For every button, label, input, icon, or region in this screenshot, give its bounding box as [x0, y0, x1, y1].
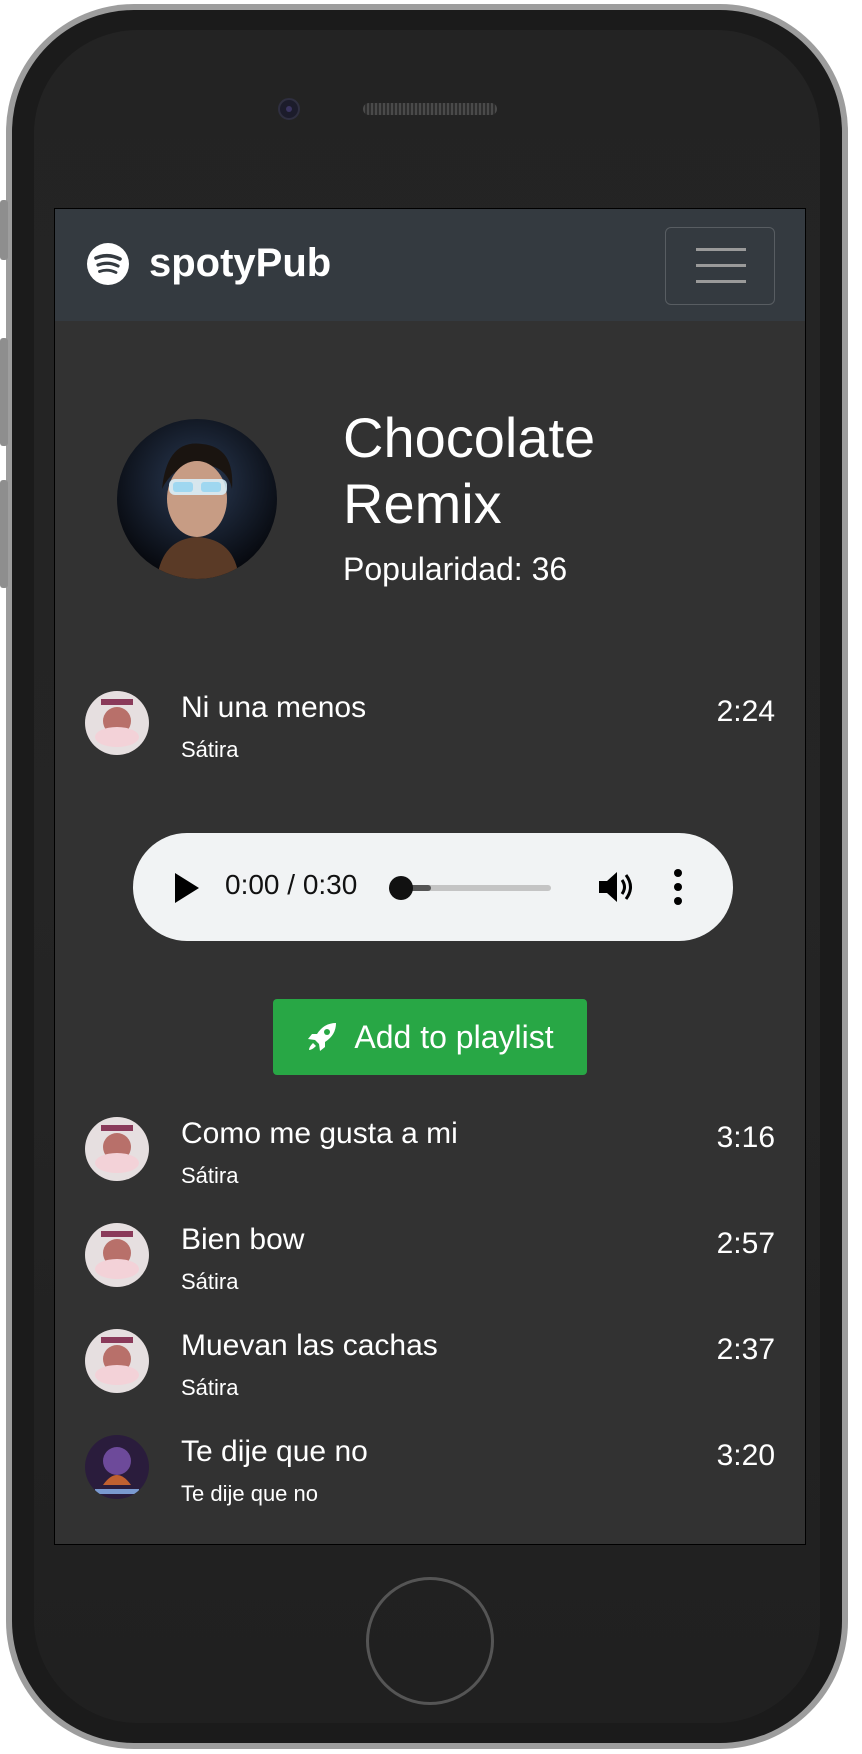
- track-row[interactable]: Te dije que no Te dije que no 3:20: [85, 1435, 775, 1515]
- track-artist: Sátira: [181, 737, 239, 762]
- track-cover: [85, 1329, 149, 1393]
- app-screen: spotyPub Chocolate Remix Popularidad: 36…: [54, 208, 806, 1545]
- track-cover: [85, 691, 149, 755]
- track-duration: 3:20: [716, 1439, 775, 1472]
- track-artist: Sátira: [181, 1163, 239, 1188]
- menu-icon: [696, 280, 746, 283]
- track-cover: [85, 1435, 149, 1499]
- audio-seek-slider[interactable]: [389, 876, 551, 900]
- menu-icon: [696, 248, 746, 251]
- phone-mute-switch: [0, 200, 8, 260]
- track-duration: 2:57: [716, 1227, 775, 1260]
- navbar: spotyPub: [55, 209, 805, 321]
- spotify-icon: [87, 242, 129, 285]
- track-duration: 2:24: [716, 695, 775, 728]
- track-title: Bien bow: [181, 1223, 305, 1256]
- phone-volume-up: [0, 338, 8, 446]
- brand-name: spotyPub: [149, 241, 332, 285]
- artist-name: Chocolate Remix: [343, 406, 596, 535]
- artist-avatar: [117, 419, 277, 579]
- track-duration: 3:16: [716, 1121, 775, 1154]
- audio-player: 0:00 / 0:30: [133, 833, 733, 941]
- menu-toggle-button[interactable]: [665, 227, 775, 305]
- track-row[interactable]: Bien bow Sátira 2:57: [85, 1223, 775, 1303]
- track-cover: [85, 1223, 149, 1287]
- track-artist: Sátira: [181, 1375, 239, 1400]
- more-vert-icon[interactable]: [673, 869, 683, 905]
- front-camera: [278, 98, 300, 120]
- track-artist: Sátira: [181, 1269, 239, 1294]
- track-duration: 2:37: [716, 1333, 775, 1366]
- brand-link[interactable]: spotyPub: [87, 241, 331, 286]
- volume-icon[interactable]: [595, 867, 635, 907]
- track-row[interactable]: Muevan las cachas Sátira 2:37: [85, 1329, 775, 1409]
- add-to-playlist-button[interactable]: Add to playlist: [273, 999, 587, 1075]
- artist-popularity: Popularidad: 36: [343, 551, 568, 587]
- audio-time: 0:00 / 0:30: [225, 869, 358, 900]
- track-row[interactable]: Como me gusta a mi Sátira 3:16: [85, 1117, 775, 1197]
- track-cover: [85, 1117, 149, 1181]
- track-title: Te dije que no: [181, 1435, 368, 1468]
- track-title: Como me gusta a mi: [181, 1117, 458, 1150]
- home-button[interactable]: [366, 1577, 494, 1705]
- play-icon[interactable]: [175, 873, 199, 903]
- menu-icon: [696, 264, 746, 267]
- phone-volume-down: [0, 480, 8, 588]
- add-to-playlist-label: Add to playlist: [354, 1018, 554, 1055]
- track-artist: Te dije que no: [181, 1481, 318, 1506]
- earpiece-speaker: [363, 103, 497, 115]
- rocket-icon: [308, 1023, 337, 1051]
- track-row[interactable]: Ni una menos Sátira 2:24: [85, 691, 775, 771]
- seek-thumb[interactable]: [389, 876, 413, 900]
- track-title: Muevan las cachas: [181, 1329, 438, 1362]
- track-title: Ni una menos: [181, 691, 367, 724]
